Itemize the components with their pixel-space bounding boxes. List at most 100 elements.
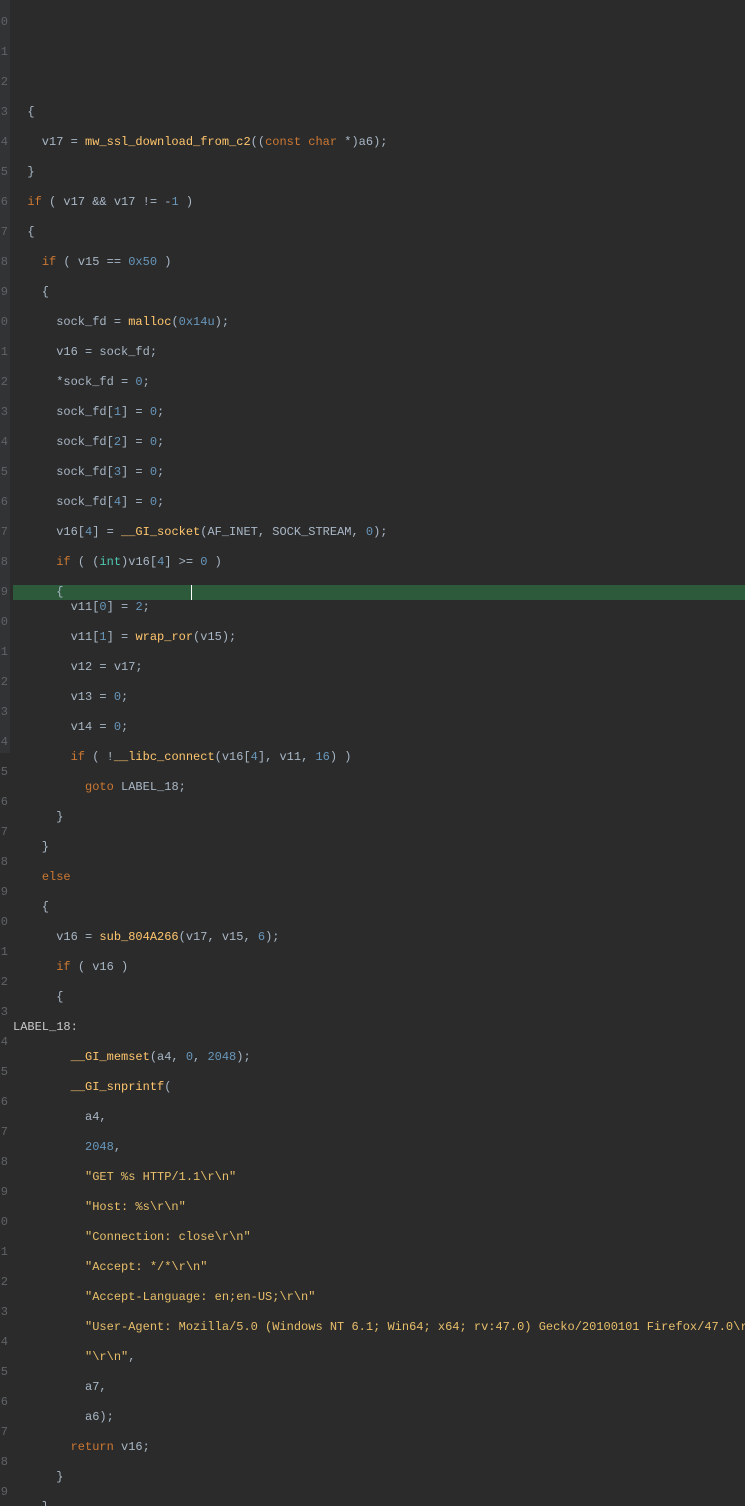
code-line[interactable]: v16 = sock_fd; — [13, 345, 745, 360]
code-line[interactable]: v17 = mw_ssl_download_from_c2((const cha… — [13, 135, 745, 150]
code-line[interactable]: } — [13, 1500, 745, 1506]
code-line[interactable]: a4, — [13, 1110, 745, 1125]
line-number: 4 — [0, 135, 8, 150]
line-number: 3 — [0, 1305, 8, 1320]
line-number: 3 — [0, 1005, 8, 1020]
code-line[interactable]: "Host: %s\r\n" — [13, 1200, 745, 1215]
code-editor[interactable]: { v17 = mw_ssl_download_from_c2((const c… — [10, 90, 745, 1506]
code-line[interactable]: a6); — [13, 1410, 745, 1425]
line-number: 2 — [0, 75, 8, 90]
line-number: 6 — [0, 1395, 8, 1410]
highlighted-line[interactable]: { — [13, 585, 745, 600]
code-line[interactable]: } — [13, 810, 745, 825]
code-line[interactable]: } — [13, 165, 745, 180]
line-number: 8 — [0, 555, 8, 570]
code-line[interactable]: "Accept: */*\r\n" — [13, 1260, 745, 1275]
line-number: 0 — [0, 315, 8, 330]
line-number: 2 — [0, 975, 8, 990]
line-number: 5 — [0, 165, 8, 180]
code-line[interactable]: sock_fd[1] = 0; — [13, 405, 745, 420]
code-line[interactable]: "Connection: close\r\n" — [13, 1230, 745, 1245]
code-line[interactable]: } — [13, 1470, 745, 1485]
code-line[interactable]: v16[4] = __GI_socket(AF_INET, SOCK_STREA… — [13, 525, 745, 540]
code-line[interactable]: 2048, — [13, 1140, 745, 1155]
code-line[interactable]: goto LABEL_18; — [13, 780, 745, 795]
line-number: 2 — [0, 375, 8, 390]
code-line[interactable]: v14 = 0; — [13, 720, 745, 735]
code-line[interactable]: sock_fd[2] = 0; — [13, 435, 745, 450]
code-line[interactable]: return v16; — [13, 1440, 745, 1455]
line-number: 6 — [0, 795, 8, 810]
line-number: 2 — [0, 1275, 8, 1290]
line-number: 1 — [0, 1245, 8, 1260]
code-line[interactable]: sock_fd = malloc(0x14u); — [13, 315, 745, 330]
line-number: 5 — [0, 465, 8, 480]
code-line[interactable]: "User-Agent: Mozilla/5.0 (Windows NT 6.1… — [13, 1320, 745, 1335]
code-line[interactable]: v11[1] = wrap_ror(v15); — [13, 630, 745, 645]
line-number: 7 — [0, 225, 8, 240]
code-line[interactable]: { — [13, 900, 745, 915]
line-number: 7 — [0, 1125, 8, 1140]
code-line[interactable]: } — [13, 840, 745, 855]
code-line[interactable]: { — [13, 285, 745, 300]
line-number: 7 — [0, 825, 8, 840]
line-number: 1 — [0, 45, 8, 60]
line-number-gutter: 0 1 2 3 4 5 6 7 8 9 0 1 2 3 4 5 6 7 8 9 … — [0, 0, 10, 753]
line-number: 5 — [0, 765, 8, 780]
code-line[interactable]: if ( v16 ) — [13, 960, 745, 975]
code-line[interactable]: if ( !__libc_connect(v16[4], v11, 16) ) — [13, 750, 745, 765]
line-number: 4 — [0, 1335, 8, 1350]
line-number: 6 — [0, 195, 8, 210]
line-number: 7 — [0, 1425, 8, 1440]
line-number: 8 — [0, 1155, 8, 1170]
code-line[interactable]: if ( (int)v16[4] >= 0 ) — [13, 555, 745, 570]
line-number: 9 — [0, 585, 8, 600]
text-cursor — [191, 585, 192, 600]
line-number: 0 — [0, 615, 8, 630]
code-line[interactable]: sock_fd[4] = 0; — [13, 495, 745, 510]
code-line[interactable]: { — [13, 990, 745, 1005]
line-number: 4 — [0, 1035, 8, 1050]
code-line[interactable]: __GI_snprintf( — [13, 1080, 745, 1095]
line-number: 3 — [0, 405, 8, 420]
line-number: 9 — [0, 1485, 8, 1500]
line-number: 1 — [0, 645, 8, 660]
line-number: 0 — [0, 915, 8, 930]
line-number: 9 — [0, 1185, 8, 1200]
line-number: 4 — [0, 735, 8, 750]
code-line[interactable]: "\r\n", — [13, 1350, 745, 1365]
code-line[interactable]: sock_fd[3] = 0; — [13, 465, 745, 480]
code-line[interactable]: { — [13, 225, 745, 240]
line-number: 5 — [0, 1365, 8, 1380]
code-line[interactable]: v13 = 0; — [13, 690, 745, 705]
code-line[interactable]: *sock_fd = 0; — [13, 375, 745, 390]
code-line[interactable]: v12 = v17; — [13, 660, 745, 675]
code-line[interactable]: "Accept-Language: en;en-US;\r\n" — [13, 1290, 745, 1305]
code-line[interactable]: { — [13, 105, 745, 120]
line-number: 8 — [0, 855, 8, 870]
line-number: 1 — [0, 945, 8, 960]
line-number: 4 — [0, 435, 8, 450]
code-line[interactable]: v11[0] = 2; — [13, 600, 745, 615]
line-number: 1 — [0, 345, 8, 360]
line-number: 2 — [0, 675, 8, 690]
line-number: 8 — [0, 255, 8, 270]
code-line[interactable]: v16 = sub_804A266(v17, v15, 6); — [13, 930, 745, 945]
code-line[interactable]: if ( v15 == 0x50 ) — [13, 255, 745, 270]
line-number: 3 — [0, 105, 8, 120]
line-number: 0 — [0, 1215, 8, 1230]
line-number: 7 — [0, 525, 8, 540]
line-number: 9 — [0, 885, 8, 900]
line-number: 9 — [0, 285, 8, 300]
code-line[interactable]: if ( v17 && v17 != -1 ) — [13, 195, 745, 210]
code-line[interactable]: else — [13, 870, 745, 885]
line-number: 6 — [0, 1095, 8, 1110]
line-number: 8 — [0, 1455, 8, 1470]
line-number: 3 — [0, 705, 8, 720]
code-line[interactable]: "GET %s HTTP/1.1\r\n" — [13, 1170, 745, 1185]
line-number: 5 — [0, 1065, 8, 1080]
code-line[interactable]: LABEL_18: — [13, 1020, 745, 1035]
code-line[interactable]: a7, — [13, 1380, 745, 1395]
line-number: 0 — [0, 15, 8, 30]
code-line[interactable]: __GI_memset(a4, 0, 2048); — [13, 1050, 745, 1065]
